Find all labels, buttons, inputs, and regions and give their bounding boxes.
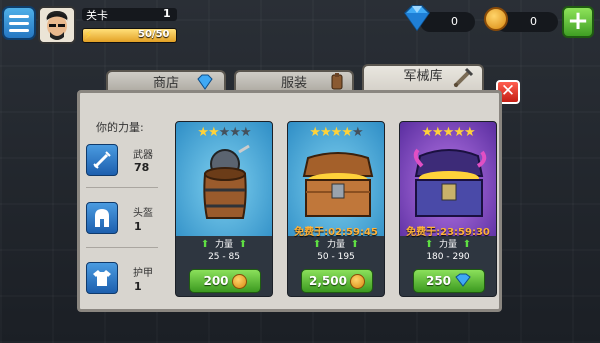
level-label: 关卡	[86, 9, 108, 22]
price-label: 2,500	[309, 274, 347, 288]
free-timer: 免费于:02:59:45	[294, 227, 378, 238]
stat-value-armor: 1	[134, 280, 142, 293]
star-icon: ★	[421, 125, 433, 140]
star-icon: ★	[320, 125, 332, 140]
stat-label-armor: 护甲	[133, 268, 153, 279]
buy-button[interactable]: 2,500	[301, 269, 373, 293]
tab-shop-label: 商店	[152, 76, 179, 91]
add-currency-button[interactable]: +	[562, 6, 594, 38]
star-icon: ★	[351, 125, 364, 140]
buy-button[interactable]: 250	[413, 269, 485, 293]
star-icon: ★	[309, 125, 321, 140]
energy-icon: ⚡	[84, 28, 93, 42]
star-icon: ★	[218, 125, 231, 140]
star-icon: ★	[463, 125, 476, 140]
crate-card-purple-chest[interactable]: ★★★★★ 免费于:23:59:30 ⬆ 力量 ⬆ 180 - 290 250	[399, 121, 497, 297]
treasure-chest-icon	[302, 152, 374, 217]
stat-label-weapon: 武器	[133, 150, 153, 161]
star-rating: ★★★★★	[400, 125, 496, 140]
star-icon: ★	[330, 125, 343, 140]
coin-icon	[349, 273, 365, 289]
stat-label-helmet: 头盔	[133, 208, 153, 219]
price-label: 250	[425, 274, 452, 288]
star-rating: ★★★★★	[288, 125, 384, 140]
diamond-icon	[400, 5, 434, 35]
gem-count: 0	[451, 15, 458, 28]
coin-count: 0	[530, 15, 537, 28]
power-row: ⬆ 力量 ⬆	[312, 239, 360, 250]
star-icon: ★	[229, 125, 241, 140]
tab-costume[interactable]: 服装	[234, 70, 354, 92]
power-range: 180 - 290	[426, 252, 470, 262]
xp-text: 50/50	[138, 29, 170, 40]
divider	[86, 187, 158, 188]
star-rating: ★★★★★	[176, 125, 272, 140]
card-image-area: ★★★★★	[176, 122, 272, 236]
tab-armory-label: 军械库	[403, 69, 443, 84]
power-label: 力量	[326, 240, 345, 250]
divider	[86, 247, 158, 248]
tab-shop[interactable]: 商店	[106, 70, 226, 92]
star-icon: ★	[453, 125, 465, 140]
power-range: 50 - 195	[317, 252, 355, 262]
diamond-icon	[454, 273, 472, 290]
free-timer: 免费于:23:59:30	[406, 227, 490, 238]
stats-title: 你的力量:	[96, 121, 144, 134]
star-icon: ★	[442, 125, 455, 140]
card-image-area: ★★★★★ 免费于:02:59:45	[288, 122, 384, 238]
star-icon: ★	[208, 125, 220, 140]
star-icon: ★	[432, 125, 444, 140]
crate-card-barrel[interactable]: ★★★★★ ⬆ 力量 ⬆ 25 - 85 200	[175, 121, 273, 297]
power-label: 力量	[438, 240, 457, 250]
coin-icon	[231, 273, 247, 289]
avatar[interactable]	[38, 6, 76, 44]
helmet-icon	[86, 202, 118, 234]
card-image-area: ★★★★★ 免费于:23:59:30	[400, 122, 496, 238]
price-label: 200	[203, 274, 229, 288]
armor-icon	[86, 262, 118, 294]
level-value: 1	[163, 7, 171, 20]
buy-button[interactable]: 200	[189, 269, 261, 293]
power-row: ⬆ 力量 ⬆	[424, 239, 472, 250]
coin-icon	[484, 7, 508, 31]
stat-value-weapon: 78	[134, 161, 150, 174]
power-row: ⬆ 力量 ⬆	[200, 239, 248, 250]
menu-button[interactable]	[2, 6, 36, 40]
stat-value-helmet: 1	[134, 220, 142, 233]
tab-armory[interactable]: 军械库	[362, 64, 484, 92]
star-icon: ★	[239, 125, 252, 140]
star-icon: ★	[197, 125, 209, 140]
tab-costume-label: 服装	[280, 76, 307, 91]
crate-card-chest[interactable]: ★★★★★ 免费于:02:59:45 ⬆ 力量 ⬆ 50 - 195 2,500	[287, 121, 385, 297]
purple-chest-icon	[413, 148, 487, 217]
power-range: 25 - 85	[208, 252, 240, 262]
star-icon: ★	[341, 125, 353, 140]
sword-icon	[86, 144, 118, 176]
power-label: 力量	[214, 240, 233, 250]
barrel-icon	[203, 144, 250, 219]
